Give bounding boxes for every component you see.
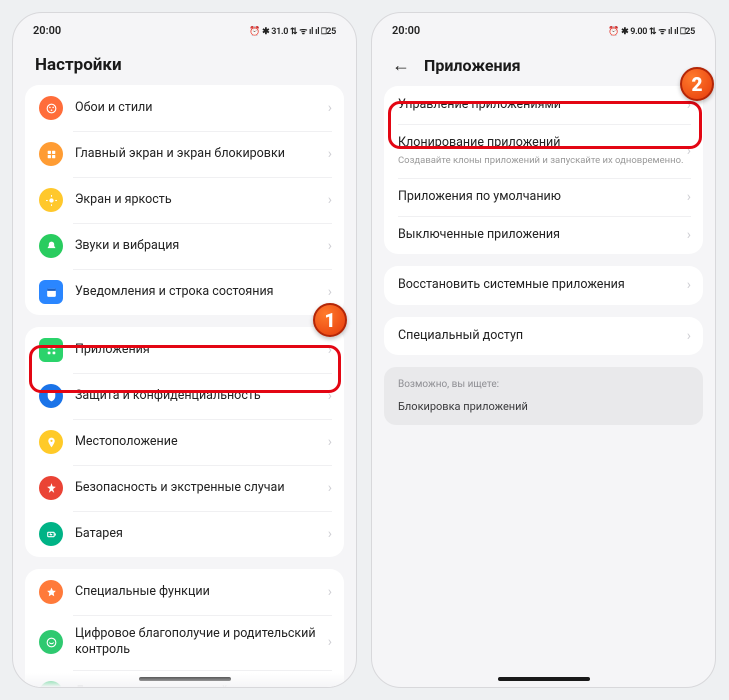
chevron-right-icon: › [328, 192, 332, 208]
back-icon[interactable]: ← [392, 55, 410, 76]
row-sublabel: Создавайте клоны приложений и запускайте… [398, 155, 687, 167]
row-label: Специальный доступ [398, 328, 687, 344]
chevron-right-icon: › [328, 685, 332, 688]
apps-row[interactable]: Клонирование приложений Создавайте клоны … [384, 124, 703, 178]
chevron-right-icon: › [687, 227, 691, 243]
sun-icon [39, 188, 63, 212]
apps-row[interactable]: Приложения по умолчанию› [384, 178, 703, 216]
settings-row-wellbeing[interactable]: Цифровое благополучие и родительский кон… [25, 615, 344, 670]
home-indicator[interactable] [139, 677, 231, 681]
row-label: Звуки и вибрация [75, 238, 328, 254]
settings-row-calendar[interactable]: Уведомления и строка состояния› [25, 269, 344, 315]
star-icon [39, 580, 63, 604]
row-label: Уведомления и строка состояния [75, 284, 328, 300]
hint-item[interactable]: Блокировка приложений [398, 400, 689, 413]
chevron-right-icon: › [328, 284, 332, 300]
wallpaper-icon [39, 96, 63, 120]
calendar-icon [39, 280, 63, 304]
settings-row-home[interactable]: Главный экран и экран блокировки› [25, 131, 344, 177]
apps-row[interactable]: Управление приложениями› [384, 86, 703, 124]
hint-title: Возможно, вы ищете: [398, 379, 689, 390]
chevron-right-icon: › [328, 584, 332, 600]
settings-row-star[interactable]: Специальные функции› [25, 569, 344, 615]
screen1-header: Настройки [13, 41, 356, 85]
chevron-right-icon: › [328, 480, 332, 496]
emergency-icon [39, 476, 63, 500]
status-indicators: ⏰ ✱ 9.00 ⇅ ᯤ ıl ıl ⎕25 [608, 24, 695, 37]
apps-row[interactable]: Выключенные приложения› [384, 216, 703, 254]
marker-1: 1 [313, 303, 347, 337]
marker-2: 2 [680, 67, 714, 101]
row-label: Главный экран и экран блокировки [75, 146, 328, 162]
status-time: 20:00 [392, 24, 420, 37]
bell-icon [39, 234, 63, 258]
status-indicators: ⏰ ✱ 31.0 ⇅ ᯤ ıl ıl ⎕25 [249, 24, 336, 37]
chevron-right-icon: › [328, 342, 332, 358]
home-indicator[interactable] [498, 677, 590, 681]
chevron-right-icon: › [328, 100, 332, 116]
apps-group: Управление приложениями›Клонирование при… [384, 86, 703, 254]
settings-row-pin[interactable]: Местоположение› [25, 419, 344, 465]
apps-row[interactable]: Специальный доступ› [384, 317, 703, 355]
apps-group: Восстановить системные приложения› [384, 266, 703, 304]
chevron-right-icon: › [687, 277, 691, 293]
settings-row-bell[interactable]: Звуки и вибрация› [25, 223, 344, 269]
grid-icon [39, 338, 63, 362]
screen1-content[interactable]: Обои и стили›Главный экран и экран блоки… [13, 85, 356, 687]
settings-group: Приложения›Защита и конфиденциальность›М… [25, 327, 344, 557]
shield-icon [39, 384, 63, 408]
row-label: Специальные функции [75, 584, 328, 600]
row-label: Восстановить системные приложения [398, 277, 687, 293]
gear-icon [39, 681, 63, 688]
status-time: 20:00 [33, 24, 61, 37]
settings-row-wallpaper[interactable]: Обои и стили› [25, 85, 344, 131]
page-title: Настройки [35, 55, 334, 75]
pin-icon [39, 430, 63, 454]
row-label: Цифровое благополучие и родительский кон… [75, 626, 328, 659]
settings-group: Обои и стили›Главный экран и экран блоки… [25, 85, 344, 315]
status-bar: 20:00 ⏰ ✱ 31.0 ⇅ ᯤ ıl ıl ⎕25 [13, 13, 356, 41]
settings-group: Специальные функции›Цифровое благополучи… [25, 569, 344, 687]
chevron-right-icon: › [328, 526, 332, 542]
phone-right: 20:00 ⏰ ✱ 9.00 ⇅ ᯤ ıl ıl ⎕25 ← Приложени… [371, 12, 716, 688]
hint-card: Возможно, вы ищете: Блокировка приложени… [384, 367, 703, 425]
settings-row-battery[interactable]: Батарея› [25, 511, 344, 557]
row-label: Приложения по умолчанию [398, 189, 687, 205]
row-label: Батарея [75, 526, 328, 542]
row-label: Выключенные приложения [398, 227, 687, 243]
row-label: Приложения [75, 342, 328, 358]
screen2-content[interactable]: Управление приложениями›Клонирование при… [372, 86, 715, 687]
row-label: Клонирование приложений [398, 135, 687, 151]
phone-left: 20:00 ⏰ ✱ 31.0 ⇅ ᯤ ıl ıl ⎕25 Настройки О… [12, 12, 357, 688]
chevron-right-icon: › [328, 146, 332, 162]
row-label: Управление приложениями [398, 97, 687, 113]
chevron-right-icon: › [687, 328, 691, 344]
settings-row-sun[interactable]: Экран и яркость› [25, 177, 344, 223]
row-label: Местоположение [75, 434, 328, 450]
battery-icon [39, 522, 63, 546]
apps-group: Специальный доступ› [384, 317, 703, 355]
apps-row[interactable]: Восстановить системные приложения› [384, 266, 703, 304]
row-label: Безопасность и экстренные случаи [75, 480, 328, 496]
row-label: Защита и конфиденциальность [75, 388, 328, 404]
chevron-right-icon: › [328, 238, 332, 254]
row-label: Экран и яркость [75, 192, 328, 208]
screen2-header: ← Приложения [372, 41, 715, 86]
chevron-right-icon: › [328, 634, 332, 650]
chevron-right-icon: › [328, 434, 332, 450]
row-label: Дополнительные настройки [75, 684, 328, 687]
home-icon [39, 142, 63, 166]
settings-row-grid[interactable]: Приложения› [25, 327, 344, 373]
settings-row-emergency[interactable]: Безопасность и экстренные случаи› [25, 465, 344, 511]
status-bar: 20:00 ⏰ ✱ 9.00 ⇅ ᯤ ıl ıl ⎕25 [372, 13, 715, 41]
page-title: Приложения [424, 56, 521, 75]
row-label: Обои и стили [75, 100, 328, 116]
chevron-right-icon: › [328, 388, 332, 404]
wellbeing-icon [39, 630, 63, 654]
chevron-right-icon: › [687, 143, 691, 159]
settings-row-shield[interactable]: Защита и конфиденциальность› [25, 373, 344, 419]
chevron-right-icon: › [687, 189, 691, 205]
